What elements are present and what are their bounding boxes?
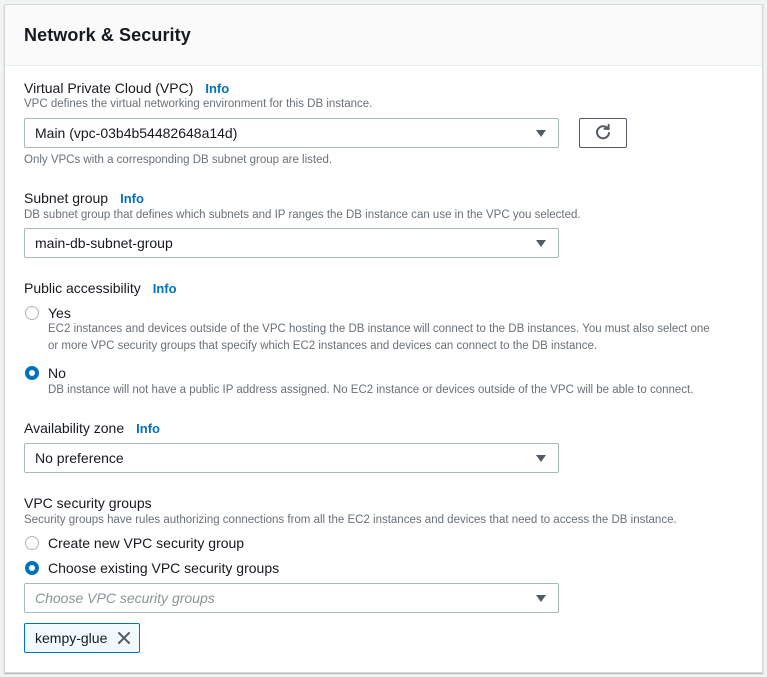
create-new-sg-radio[interactable] [25, 536, 39, 550]
subnet-info-link[interactable]: Info [120, 191, 144, 206]
public-access-yes-label[interactable]: Yes [48, 305, 71, 321]
subnet-selected-value: main-db-subnet-group [35, 235, 173, 251]
security-groups-select[interactable]: Choose VPC security groups [24, 583, 559, 613]
public-access-label: Public accessibility [24, 280, 141, 296]
subnet-description: DB subnet group that defines which subne… [24, 209, 581, 221]
panel-header: Network & Security [5, 5, 762, 66]
az-selected-value: No preference [35, 450, 124, 466]
public-access-yes-description-line1: EC2 instances and devices outside of the… [48, 323, 710, 335]
az-label: Availability zone [24, 420, 125, 436]
caret-down-icon [536, 455, 546, 462]
public-access-label-row: Public accessibility Info [24, 280, 177, 298]
caret-down-icon [536, 240, 546, 247]
subnet-label: Subnet group [24, 190, 109, 206]
choose-existing-sg-radio[interactable] [25, 561, 39, 575]
public-access-yes-radio[interactable] [25, 306, 39, 320]
vpc-label: Virtual Private Cloud (VPC) [24, 80, 194, 96]
refresh-icon [596, 124, 610, 140]
security-groups-description: Security groups have rules authorizing c… [24, 514, 677, 526]
remove-token-icon[interactable] [117, 631, 131, 645]
caret-down-icon [536, 595, 546, 602]
public-access-no-label[interactable]: No [48, 365, 66, 381]
security-groups-label: VPC security groups [24, 495, 152, 511]
vpc-hint: Only VPCs with a corresponding DB subnet… [24, 154, 333, 166]
az-label-row: Availability zone Info [24, 420, 160, 438]
az-info-link[interactable]: Info [136, 421, 160, 436]
subnet-label-row: Subnet group Info [24, 190, 144, 208]
public-access-yes-description-line2: or more VPC security groups that specify… [48, 340, 598, 352]
create-new-sg-label[interactable]: Create new VPC security group [48, 535, 244, 551]
vpc-description: VPC defines the virtual networking envir… [24, 98, 373, 110]
choose-existing-sg-label[interactable]: Choose existing VPC security groups [48, 560, 279, 576]
vpc-info-link[interactable]: Info [205, 81, 229, 96]
public-access-no-radio[interactable] [25, 366, 39, 380]
refresh-vpc-button[interactable] [579, 118, 627, 148]
security-group-token: kempy-glue [24, 623, 141, 653]
vpc-label-row: Virtual Private Cloud (VPC) Info [24, 80, 229, 98]
subnet-select[interactable]: main-db-subnet-group [24, 228, 559, 258]
public-access-info-link[interactable]: Info [153, 281, 177, 296]
az-select[interactable]: No preference [24, 443, 559, 473]
vpc-selected-value: Main (vpc-03b4b54482648a14d) [35, 125, 238, 141]
security-group-token-label: kempy-glue [35, 630, 108, 646]
security-groups-placeholder: Choose VPC security groups [35, 590, 215, 606]
vpc-select[interactable]: Main (vpc-03b4b54482648a14d) [24, 118, 559, 148]
public-access-no-description: DB instance will not have a public IP ad… [48, 384, 694, 396]
caret-down-icon [536, 130, 546, 137]
panel-title: Network & Security [24, 25, 191, 45]
